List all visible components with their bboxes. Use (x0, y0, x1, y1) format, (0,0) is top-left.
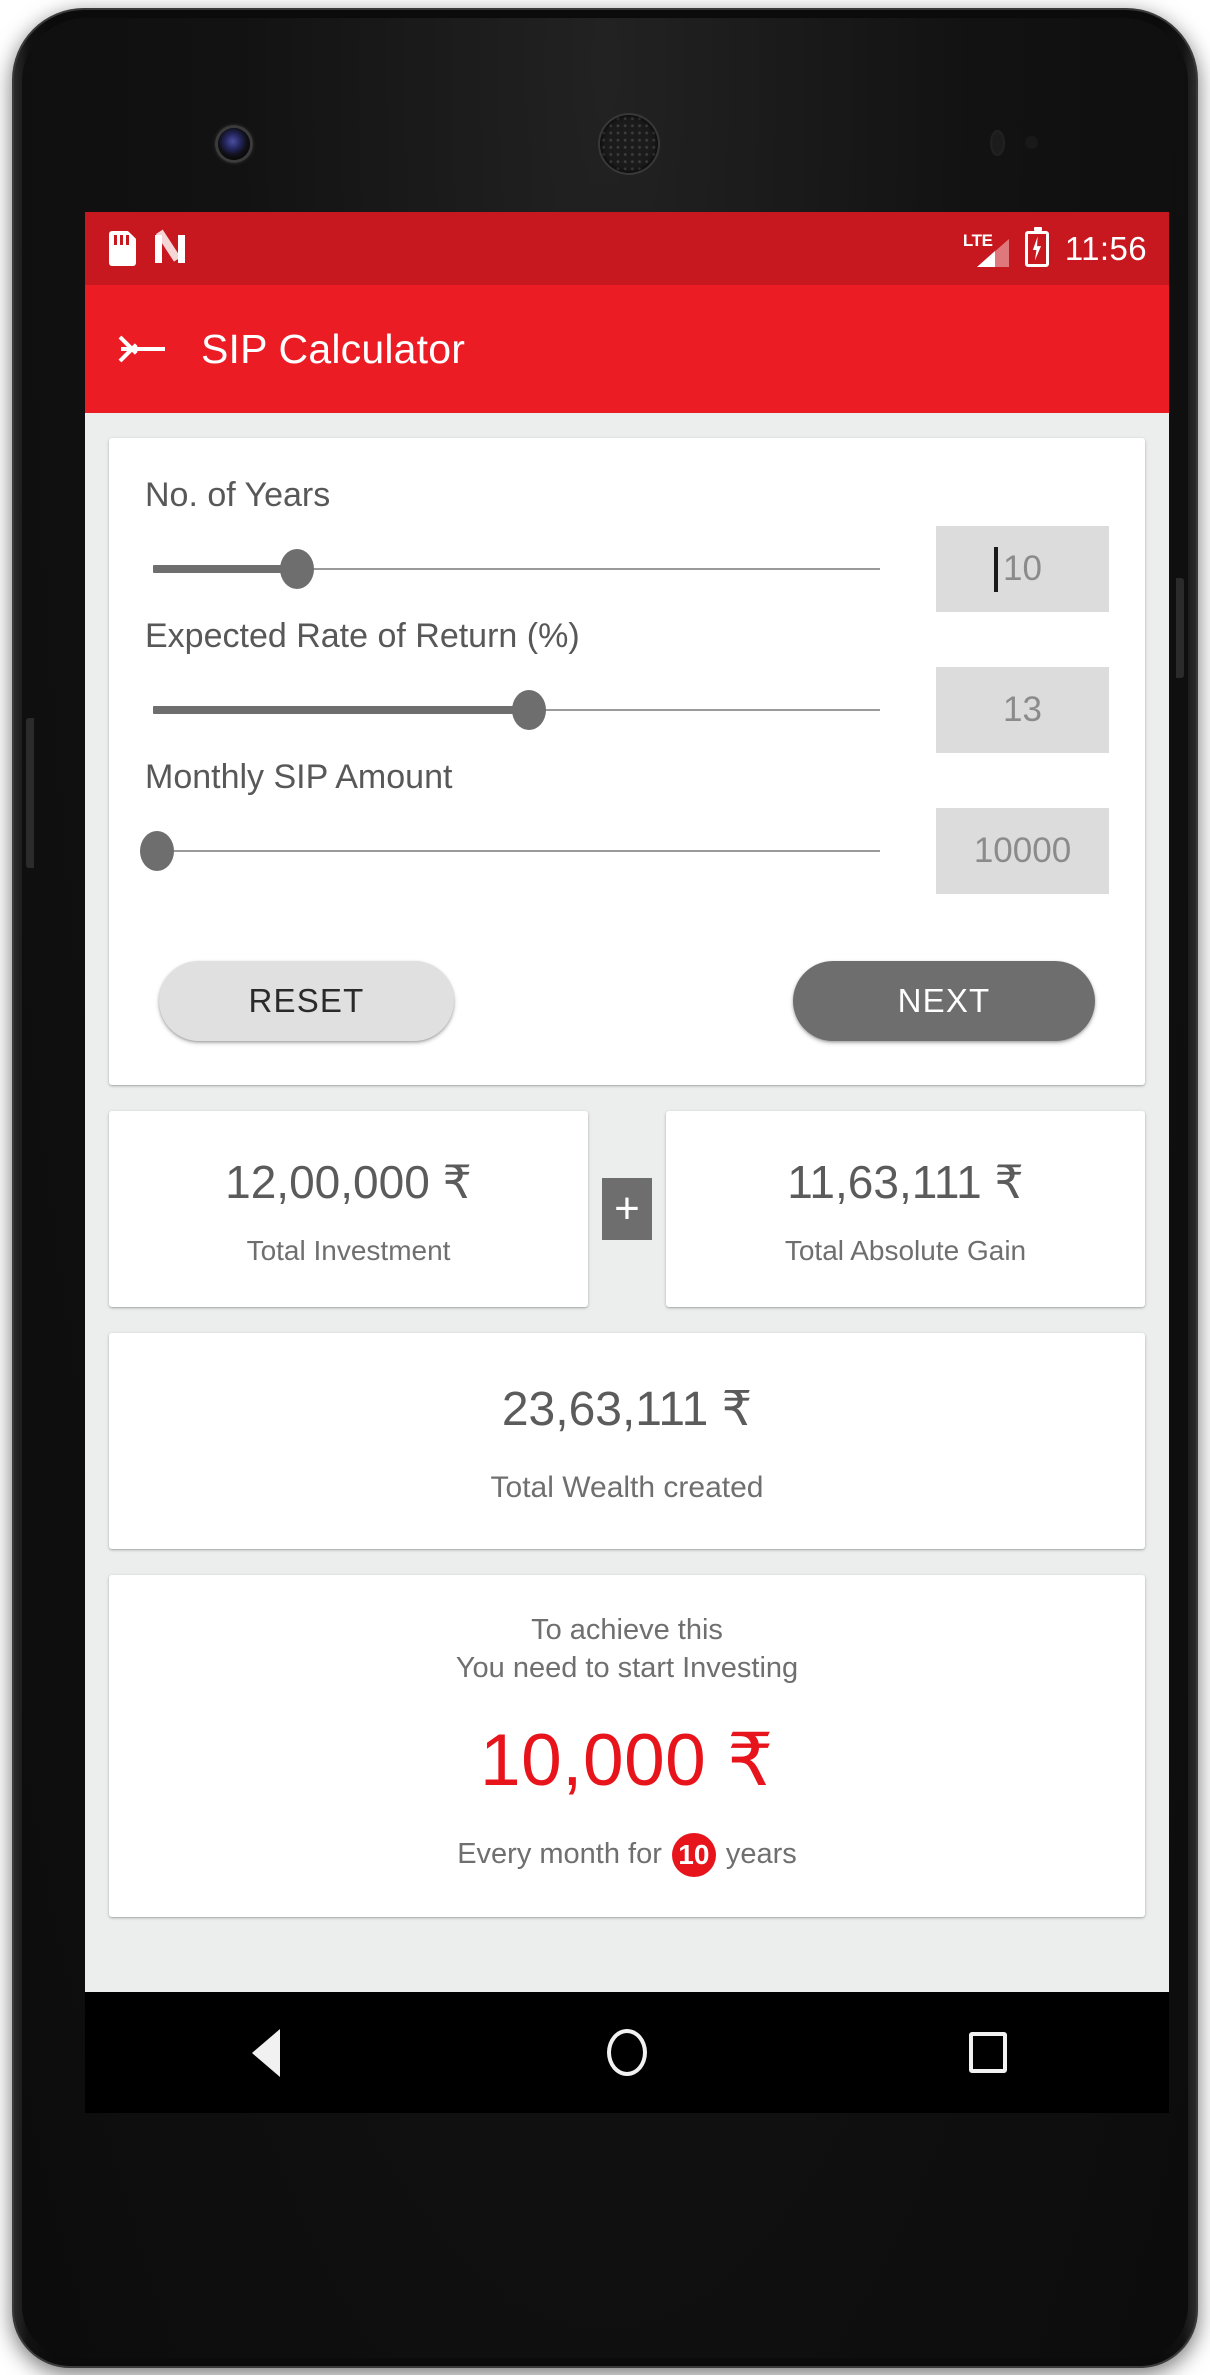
result-summary-row: 12,00,000 ₹ Total Investment + 11,63,111… (109, 1111, 1145, 1307)
value-years: 10 (1003, 549, 1042, 588)
achieve-years-badge: 10 (671, 1832, 716, 1877)
nav-home-button[interactable] (567, 1992, 687, 2113)
slider-thumb-years[interactable] (280, 549, 314, 589)
plus-icon: + (602, 1178, 652, 1240)
battery-charging-icon (1024, 226, 1049, 267)
phone-bezel: LTE 11:56 SIP Calculator No. of Years 10… (22, 18, 1188, 2358)
total-absolute-gain-value: 11,63,111 ₹ (787, 1156, 1024, 1208)
phone-device: LTE 11:56 SIP Calculator No. of Years 10… (12, 8, 1198, 2368)
next-button[interactable]: NEXT (793, 961, 1095, 1041)
label-expected-rate-of-return: Expected Rate of Return (%) (145, 617, 580, 655)
achieve-line-1: To achieve this (531, 1614, 723, 1646)
slider-rate[interactable] (145, 662, 936, 758)
slider-years[interactable] (145, 521, 936, 617)
total-wealth-card: 23,63,111 ₹ Total Wealth created (109, 1333, 1145, 1549)
value-rate: 13 (1003, 690, 1042, 729)
achieve-footer-prefix: Every month for (457, 1838, 662, 1871)
light-sensor-icon (1025, 136, 1038, 149)
value-amount: 10000 (973, 831, 1072, 870)
front-camera-icon (218, 128, 250, 160)
value-input-years[interactable]: 10 (936, 526, 1109, 612)
nav-home-circle-icon (606, 2029, 647, 2076)
value-input-rate[interactable]: 13 (936, 667, 1109, 753)
label-no-of-years: No. of Years (145, 476, 331, 514)
achieve-line-2: You need to start Investing (455, 1652, 799, 1685)
total-absolute-gain-label: Total Absolute Gain (784, 1235, 1027, 1266)
earpiece-speaker-icon (600, 115, 658, 173)
total-wealth-value: 23,63,111 ₹ (501, 1383, 753, 1436)
action-button-row: RESET NEXT (145, 961, 1109, 1041)
nav-back-button[interactable] (206, 1992, 326, 2113)
achieve-footer-suffix: years (725, 1838, 797, 1871)
slider-track-fill (153, 706, 529, 714)
status-bar-right: LTE 11:56 (963, 226, 1147, 268)
text-caret (994, 546, 998, 592)
total-investment-value: 12,00,000 ₹ (225, 1156, 472, 1208)
content-area: No. of Years 10 Expected Rate of Return … (85, 438, 1169, 2113)
achieve-goal-card: To achieve this You need to start Invest… (109, 1575, 1145, 1917)
reset-button[interactable]: RESET (159, 961, 454, 1041)
achieve-footer: Every month for 10 years (119, 1832, 1135, 1877)
proximity-sensor-icon (990, 130, 1005, 156)
total-wealth-label: Total Wealth created (490, 1471, 764, 1504)
nav-recents-square-icon (969, 2032, 1008, 2073)
slider-track (153, 850, 880, 852)
signal-bars-icon: LTE (963, 231, 1009, 267)
phone-screen: LTE 11:56 SIP Calculator No. of Years 10… (85, 212, 1169, 2113)
slider-track-fill (153, 565, 297, 573)
total-absolute-gain-card: 11,63,111 ₹ Total Absolute Gain (666, 1111, 1145, 1307)
page-title: SIP Calculator (201, 325, 466, 372)
slider-row-amount: 10000 (140, 803, 1109, 899)
android-nav-bar (85, 1992, 1169, 2113)
slider-amount[interactable] (140, 803, 936, 899)
slider-row-years: 10 (145, 521, 1109, 617)
power-button[interactable] (1176, 578, 1184, 678)
status-bar-clock: 11:56 (1064, 229, 1147, 267)
slider-thumb-amount[interactable] (140, 831, 174, 871)
value-input-amount[interactable]: 10000 (936, 808, 1109, 894)
total-investment-card: 12,00,000 ₹ Total Investment (109, 1111, 588, 1307)
status-bar-left (109, 229, 963, 266)
back-arrow-icon[interactable] (118, 329, 167, 369)
nav-recents-button[interactable] (928, 1992, 1048, 2113)
label-monthly-sip-amount: Monthly SIP Amount (145, 758, 453, 796)
nav-back-triangle-icon (251, 2028, 280, 2077)
achieve-amount: 10,000 ₹ (479, 1719, 774, 1801)
sip-inputs-card: No. of Years 10 Expected Rate of Return … (109, 438, 1145, 1085)
app-bar: SIP Calculator (85, 285, 1169, 413)
android-nougat-icon (154, 229, 186, 265)
volume-button[interactable] (26, 718, 34, 868)
slider-thumb-rate[interactable] (512, 690, 546, 730)
status-bar: LTE 11:56 (85, 212, 1169, 285)
slider-row-rate: 13 (145, 662, 1109, 758)
sim-card-icon (109, 231, 136, 266)
total-investment-label: Total Investment (246, 1235, 451, 1266)
